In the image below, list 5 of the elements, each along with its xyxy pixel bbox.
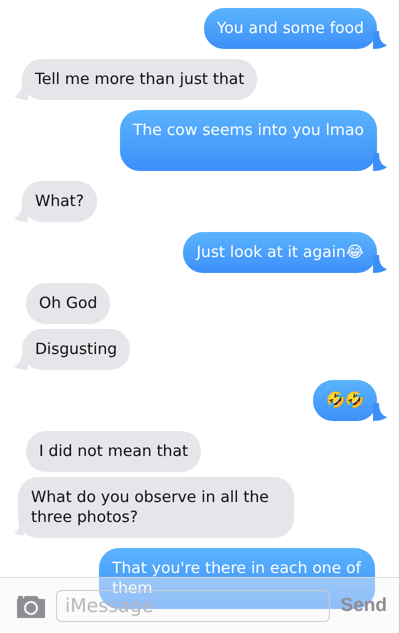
camera-icon[interactable] [15,594,47,618]
bubble-tail [373,403,387,421]
bubble-tail [373,31,387,49]
bubble-tail [373,153,387,171]
bubble-tail [373,255,387,273]
